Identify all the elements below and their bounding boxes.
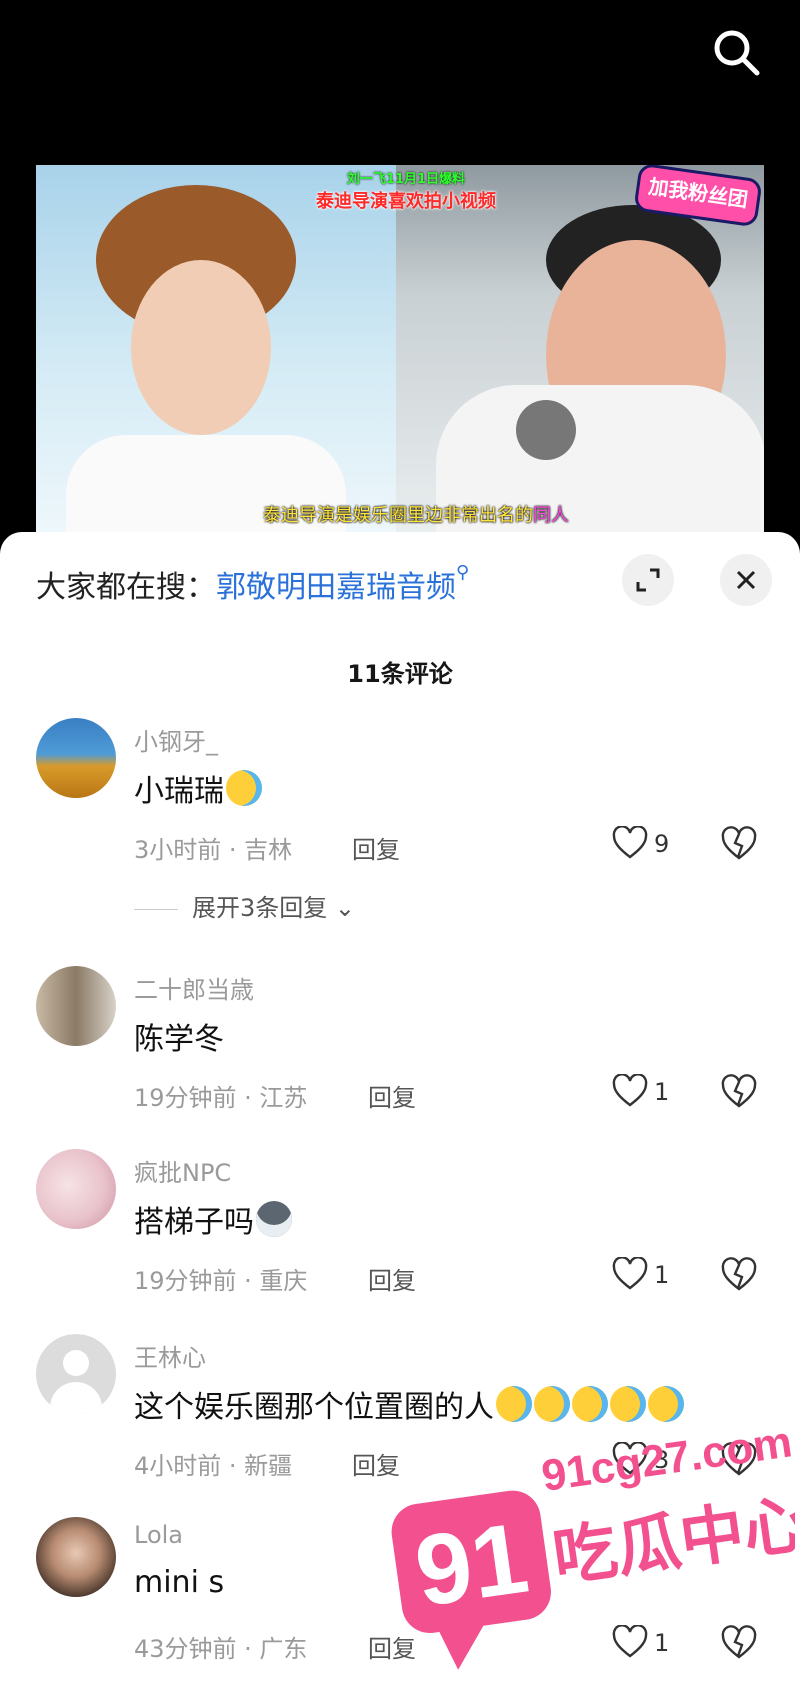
comment-meta: 19分钟前 · 江苏 <box>134 1084 308 1112</box>
close-button[interactable] <box>720 554 772 606</box>
comment-text: 小瑞瑞 <box>134 766 262 810</box>
watermark: 91 91cg27.com 吃瓜中心 <box>391 1417 795 1670</box>
watermark-name: 吃瓜中心 <box>549 1487 795 1596</box>
subtitle-highlight: 同人 <box>533 505 569 526</box>
comment-username[interactable]: 疯批NPC <box>134 1153 231 1188</box>
comment-username[interactable]: 王林心 <box>134 1338 206 1373</box>
heart-icon <box>612 826 648 859</box>
reply-button[interactable]: 回复 <box>368 1261 416 1296</box>
like-button[interactable]: 9 <box>612 824 682 864</box>
small-search-icon: ⚲ <box>456 562 470 583</box>
expand-replies-label: 展开3条回复 <box>192 894 328 922</box>
divider-line <box>134 908 178 910</box>
expand-icon <box>636 568 660 592</box>
expand-replies[interactable]: 展开3条回复 ⌄ <box>134 888 355 923</box>
avatar-body <box>50 1382 102 1414</box>
comment-text-body: 小瑞瑞 <box>134 774 224 809</box>
video-left-panel <box>36 165 396 532</box>
video-caption-title: 泰迪导演喜欢拍小视频 <box>316 191 496 212</box>
reply-button[interactable]: 回复 <box>352 830 400 865</box>
comment-text: 搭梯子吗 <box>134 1197 292 1241</box>
video-caption-top: 刘一飞11月1日爆料 <box>346 172 466 187</box>
search-icon <box>714 30 760 76</box>
chevron-down-icon: ⌄ <box>334 894 356 922</box>
close-icon <box>736 570 756 590</box>
video-player[interactable]: 刘一飞11月1日爆料 泰迪导演喜欢拍小视频 加我粉丝团 泰迪导演是娱乐圈里边非常… <box>36 165 764 532</box>
avatar[interactable] <box>36 1149 116 1229</box>
laughing-tears-emoji <box>226 770 262 806</box>
hot-search-label: 大家都在搜： <box>36 570 216 605</box>
subtitle-main: 泰迪导演是娱乐圈里边非常出名的 <box>263 505 533 526</box>
watermark-domain: 91cg27.com <box>539 1417 795 1501</box>
hot-search-bar[interactable]: 大家都在搜：郭敬明田嘉瑞音频⚲ <box>36 562 469 606</box>
microphone <box>516 400 576 460</box>
watermark-badge-tail <box>437 1620 487 1670</box>
like-button[interactable]: 1 <box>612 1255 682 1295</box>
left-person-face <box>131 260 271 435</box>
avatar-head <box>63 1350 89 1376</box>
like-count: 1 <box>654 1078 670 1106</box>
heart-icon <box>612 1257 648 1290</box>
broken-heart-icon[interactable] <box>720 825 758 861</box>
top-bar <box>0 0 800 165</box>
search-button[interactable] <box>710 26 762 78</box>
hot-search-keyword[interactable]: 郭敬明田嘉瑞音频 <box>216 570 456 605</box>
comment-text-body: 搭梯子吗 <box>134 1205 254 1240</box>
watermark-number: 91 <box>409 1502 535 1628</box>
broken-heart-icon[interactable] <box>720 1256 758 1292</box>
avatar[interactable] <box>36 1517 116 1597</box>
avatar[interactable] <box>36 718 116 798</box>
comment-meta: 19分钟前 · 重庆 <box>134 1267 308 1295</box>
comment-text: mini s <box>134 1565 225 1600</box>
comment-username[interactable]: 二十郎当歳 <box>134 970 254 1005</box>
comment-username[interactable]: 小钢牙_ <box>134 722 218 757</box>
expand-button[interactable] <box>622 554 674 606</box>
default-avatar-icon[interactable] <box>36 1334 116 1414</box>
avatar[interactable] <box>36 966 116 1046</box>
comment-count: 11条评论 <box>347 660 453 688</box>
comment-meta: 4小时前 · 新疆 <box>134 1452 293 1480</box>
like-count: 1 <box>654 1261 670 1289</box>
comment-meta: 43分钟前 · 广东 <box>134 1635 308 1663</box>
video-subtitle: 泰迪导演是娱乐圈里边非常出名的同人 <box>196 501 636 527</box>
reply-button[interactable]: 回复 <box>368 1078 416 1113</box>
comment-text: 陈学冬 <box>134 1022 224 1057</box>
comment-username[interactable]: Lola <box>134 1521 183 1549</box>
heart-icon <box>612 1074 648 1107</box>
husky-dog-emoji <box>256 1201 292 1237</box>
broken-heart-icon[interactable] <box>720 1073 758 1109</box>
like-count: 9 <box>654 830 670 858</box>
like-button[interactable]: 1 <box>612 1072 682 1112</box>
comment-meta: 3小时前 · 吉林 <box>134 836 293 864</box>
